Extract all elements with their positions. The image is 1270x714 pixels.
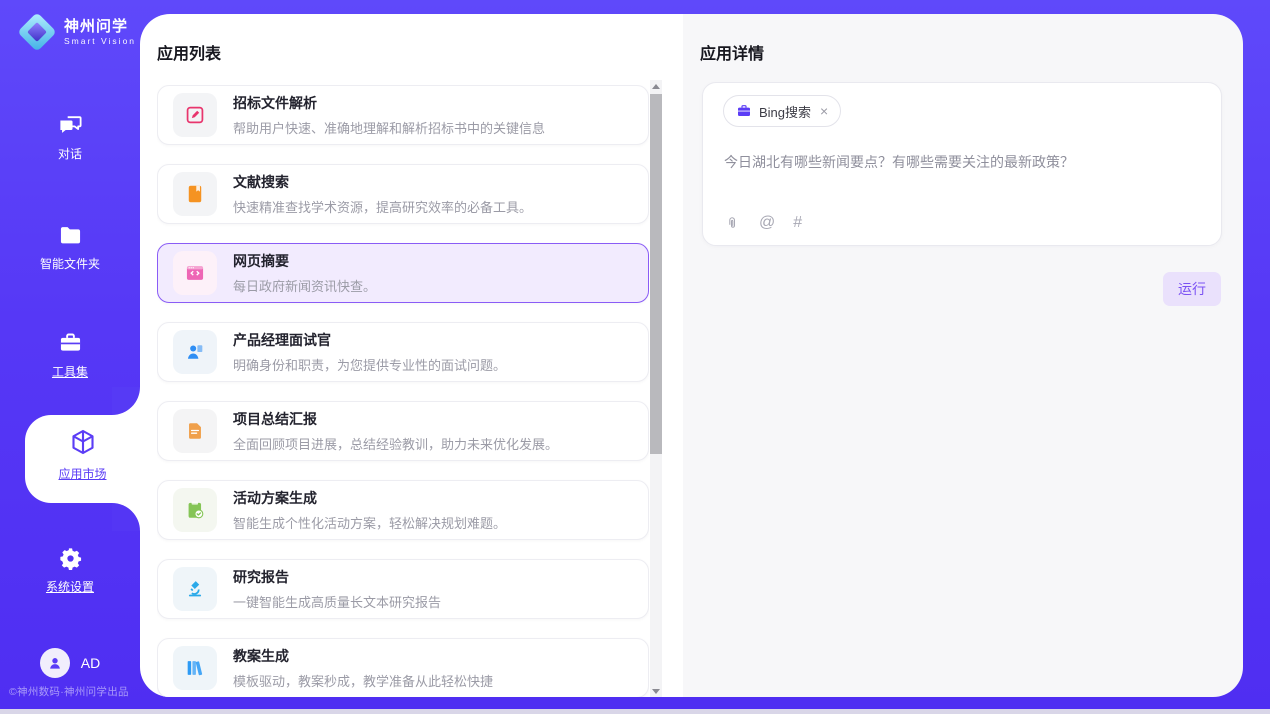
app-icon-tile bbox=[173, 330, 217, 374]
tool-chip-bing-search[interactable]: Bing搜索 × bbox=[723, 95, 841, 127]
report-note-icon bbox=[184, 420, 206, 442]
app-desc: 快速精准查找学术资源，提高研究效率的必备工具。 bbox=[233, 197, 532, 216]
app-desc: 帮助用户快速、准确地理解和解析招标书中的关键信息 bbox=[233, 118, 545, 137]
app-icon-tile bbox=[173, 488, 217, 532]
books-icon bbox=[184, 657, 206, 679]
app-list-item[interactable]: 招标文件解析 帮助用户快速、准确地理解和解析招标书中的关键信息 bbox=[157, 85, 649, 145]
scrollbar-up-arrow[interactable] bbox=[650, 80, 662, 92]
app-name: 文献搜索 bbox=[233, 172, 532, 192]
brand-subtitle: Smart Vision bbox=[64, 36, 136, 46]
gear-icon bbox=[57, 545, 84, 572]
app-list-item[interactable]: 教案生成 模板驱动，教案秒成，教学准备从此轻松快捷 bbox=[157, 638, 649, 697]
scrollbar-down-arrow[interactable] bbox=[650, 685, 662, 697]
scrollbar-thumb[interactable] bbox=[650, 94, 662, 454]
app-list-title: 应用列表 bbox=[157, 40, 221, 64]
person-icon bbox=[46, 654, 64, 672]
app-desc: 明确身份和职责，为您提供专业性的面试问题。 bbox=[233, 355, 506, 374]
app-list-panel: 应用列表 招标文件解析 帮助用户快速、准确地理解和解析招标书中的关键信息 bbox=[140, 14, 683, 697]
app-desc: 每日政府新闻资讯快查。 bbox=[233, 276, 376, 295]
mention-icon[interactable]: @ bbox=[759, 214, 775, 232]
edit-document-icon bbox=[184, 104, 206, 126]
toolbox-icon bbox=[57, 330, 84, 357]
book-icon bbox=[184, 183, 206, 205]
app-detail-title: 应用详情 bbox=[700, 40, 764, 64]
sidebar-item-smart-folder[interactable]: 智能文件夹 bbox=[0, 222, 140, 272]
query-card[interactable]: Bing搜索 × 今日湖北有哪些新闻要点？有哪些需要关注的最新政策？ @ # bbox=[702, 82, 1222, 246]
avatar bbox=[40, 648, 70, 678]
app-list-item[interactable]: 研究报告 一键智能生成高质量长文本研究报告 bbox=[157, 559, 649, 619]
paperclip-icon[interactable] bbox=[724, 215, 741, 232]
sidebar-item-label: 对话 bbox=[0, 145, 140, 162]
app-name: 网页摘要 bbox=[233, 251, 376, 271]
bump-curve-top bbox=[112, 387, 140, 415]
scrollbar[interactable] bbox=[650, 80, 662, 697]
app-icon-tile bbox=[173, 567, 217, 611]
app-icon-tile bbox=[173, 172, 217, 216]
browser-code-icon bbox=[184, 262, 206, 284]
sidebar-item-app-market[interactable]: 应用市场 bbox=[25, 415, 140, 503]
brand-name: 神州问学 bbox=[64, 18, 136, 37]
cube-icon bbox=[68, 427, 98, 457]
copyright: ©神州数码·神州问学出品 bbox=[9, 684, 129, 699]
app-list-item-selected[interactable]: 网页摘要 每日政府新闻资讯快查。 bbox=[157, 243, 649, 303]
app-detail-panel: 应用详情 Bing搜索 × 今日湖北有哪些新闻要点？有哪些需要关注的最新政策？ … bbox=[683, 14, 1243, 697]
app-list-item[interactable]: 文献搜索 快速精准查找学术资源，提高研究效率的必备工具。 bbox=[157, 164, 649, 224]
app-name: 教案生成 bbox=[233, 646, 493, 666]
sidebar-item-label: 系统设置 bbox=[0, 578, 140, 595]
bottom-strip bbox=[0, 709, 1270, 714]
app-icon-tile bbox=[173, 646, 217, 690]
main-container: 应用列表 招标文件解析 帮助用户快速、准确地理解和解析招标书中的关键信息 bbox=[140, 14, 1243, 697]
sidebar-item-label: 工具集 bbox=[0, 363, 140, 380]
app-desc: 智能生成个性化活动方案，轻松解决规划难题。 bbox=[233, 513, 506, 532]
brand-logo-icon bbox=[18, 13, 56, 51]
sidebar-item-label: 智能文件夹 bbox=[0, 255, 140, 272]
clipboard-check-icon bbox=[184, 499, 206, 521]
folder-icon bbox=[57, 222, 84, 249]
app-name: 项目总结汇报 bbox=[233, 409, 558, 429]
tool-chip-label: Bing搜索 bbox=[759, 102, 811, 121]
sidebar-item-settings[interactable]: 系统设置 bbox=[0, 545, 140, 595]
briefcase-icon bbox=[736, 103, 752, 119]
app-icon-tile bbox=[173, 93, 217, 137]
sidebar-item-chat[interactable]: 对话 bbox=[0, 112, 140, 162]
attachment-toolbar: @ # bbox=[724, 214, 802, 232]
app-icon-tile bbox=[173, 251, 217, 295]
app-desc: 全面回顾项目进展，总结经验教训，助力未来优化发展。 bbox=[233, 434, 558, 453]
chat-icon bbox=[57, 112, 84, 139]
app-name: 招标文件解析 bbox=[233, 93, 545, 113]
app-desc: 模板驱动，教案秒成，教学准备从此轻松快捷 bbox=[233, 671, 493, 690]
app-name: 产品经理面试官 bbox=[233, 330, 506, 350]
user-account[interactable]: AD bbox=[0, 648, 140, 678]
app-icon-tile bbox=[173, 409, 217, 453]
interviewer-icon bbox=[184, 341, 206, 363]
sidebar: 神州问学 Smart Vision 对话 智能文件夹 工具集 应用市场 bbox=[0, 0, 140, 714]
app-list-item[interactable]: 项目总结汇报 全面回顾项目进展，总结经验教训，助力未来优化发展。 bbox=[157, 401, 649, 461]
microscope-icon bbox=[184, 578, 206, 600]
bump-curve-bottom bbox=[112, 503, 140, 531]
hash-icon[interactable]: # bbox=[793, 214, 802, 232]
app-name: 研究报告 bbox=[233, 567, 441, 587]
sidebar-item-toolset[interactable]: 工具集 bbox=[0, 330, 140, 380]
app-desc: 一键智能生成高质量长文本研究报告 bbox=[233, 592, 441, 611]
app-name: 活动方案生成 bbox=[233, 488, 506, 508]
run-button[interactable]: 运行 bbox=[1163, 272, 1221, 306]
app-list-item[interactable]: 产品经理面试官 明确身份和职责，为您提供专业性的面试问题。 bbox=[157, 322, 649, 382]
brand: 神州问学 Smart Vision bbox=[18, 13, 136, 51]
app-list-item[interactable]: 活动方案生成 智能生成个性化活动方案，轻松解决规划难题。 bbox=[157, 480, 649, 540]
sidebar-item-label: 应用市场 bbox=[25, 465, 140, 482]
remove-tool-icon[interactable]: × bbox=[820, 104, 828, 118]
query-text[interactable]: 今日湖北有哪些新闻要点？有哪些需要关注的最新政策？ bbox=[724, 152, 1202, 172]
app-list: 招标文件解析 帮助用户快速、准确地理解和解析招标书中的关键信息 文献搜索 快速精… bbox=[157, 85, 649, 697]
user-name: AD bbox=[81, 655, 100, 671]
